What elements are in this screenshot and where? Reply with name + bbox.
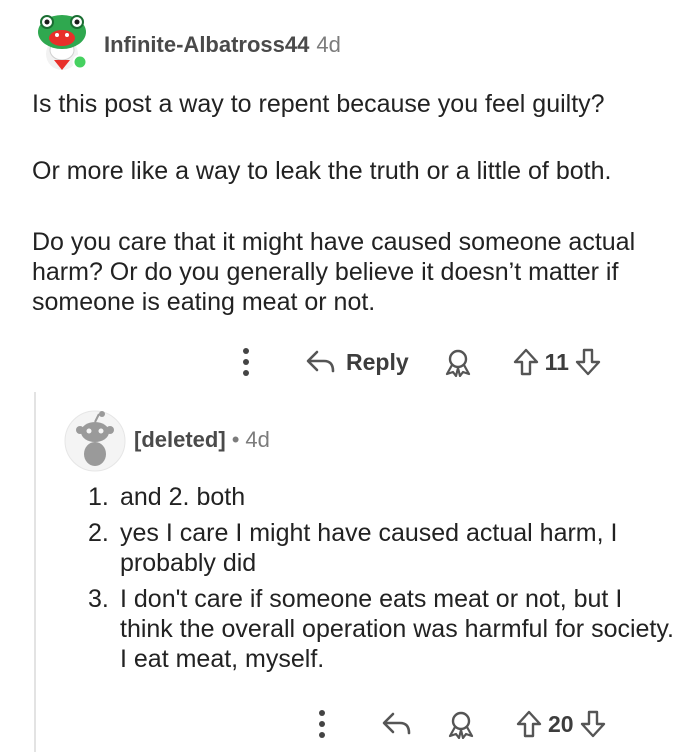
reply-author-username[interactable]: [deleted] [134, 427, 226, 452]
comment-paragraph-1: Is this post a way to repent because you… [32, 90, 605, 118]
reply-meta: [deleted] • 4d [134, 426, 270, 454]
comment-meta: Infinite-Albatross44 4d [104, 31, 341, 59]
reply-button[interactable]: Reply [306, 349, 409, 376]
list-item-text: and 2. both [120, 483, 246, 511]
reply-arrow-icon [382, 712, 411, 735]
deleted-snoo-icon [64, 410, 126, 472]
vote-count: 11 [544, 348, 569, 375]
list-item-number: 2. [88, 519, 109, 547]
award-button[interactable] [443, 347, 473, 377]
more-vertical-icon [243, 348, 249, 376]
award-button[interactable] [446, 709, 476, 739]
downvote-icon [575, 348, 601, 376]
list-item: 2. yes I care I might have caused actual… [88, 518, 678, 578]
reply-age: 4d [245, 427, 270, 452]
comment-paragraph-3: Do you care that it might have caused so… [32, 228, 636, 316]
comment-paragraph-2: Or more like a way to leak the truth or … [32, 157, 612, 185]
author-username[interactable]: Infinite-Albatross44 [104, 32, 309, 57]
reply-actions: 20 [304, 702, 606, 746]
more-options-button[interactable] [304, 709, 340, 739]
list-item-number: 1. [88, 483, 109, 511]
list-item-text: yes I care I might have caused actual ha… [120, 519, 618, 577]
downvote-button[interactable] [580, 710, 606, 738]
upvote-icon [516, 710, 542, 738]
parent-comment: Infinite-Albatross44 4d Is this post a wa… [0, 0, 700, 390]
award-icon [448, 711, 474, 739]
snoo-avatar-icon [38, 15, 88, 70]
list-item-number: 3. [88, 585, 109, 613]
upvote-icon [513, 348, 538, 376]
downvote-button[interactable] [575, 348, 601, 376]
upvote-button[interactable] [516, 710, 542, 738]
more-options-button[interactable] [226, 347, 266, 377]
reply-arrow-icon [306, 350, 335, 373]
downvote-icon [580, 710, 605, 738]
user-avatar[interactable] [34, 10, 90, 72]
award-icon [445, 349, 470, 377]
list-item-text: I don't care if someone eats meat or not… [120, 585, 674, 673]
meta-separator: • [231, 427, 240, 452]
list-item: 1. and 2. both [88, 482, 678, 512]
comment-age: 4d [316, 32, 341, 57]
thread-indent-line[interactable] [34, 392, 36, 752]
more-vertical-icon [319, 710, 325, 738]
reply-label: Reply [346, 348, 409, 375]
reply-ordered-list: 1. and 2. both 2. yes I care I might hav… [88, 482, 678, 680]
online-status-dot [72, 54, 88, 70]
comment-actions: Reply 11 [226, 340, 601, 384]
reply-avatar[interactable] [64, 410, 126, 472]
reply-button[interactable] [382, 711, 412, 737]
upvote-button[interactable] [513, 348, 539, 376]
vote-count: 20 [548, 710, 574, 737]
list-item: 3. I don't care if someone eats meat or … [88, 584, 678, 674]
